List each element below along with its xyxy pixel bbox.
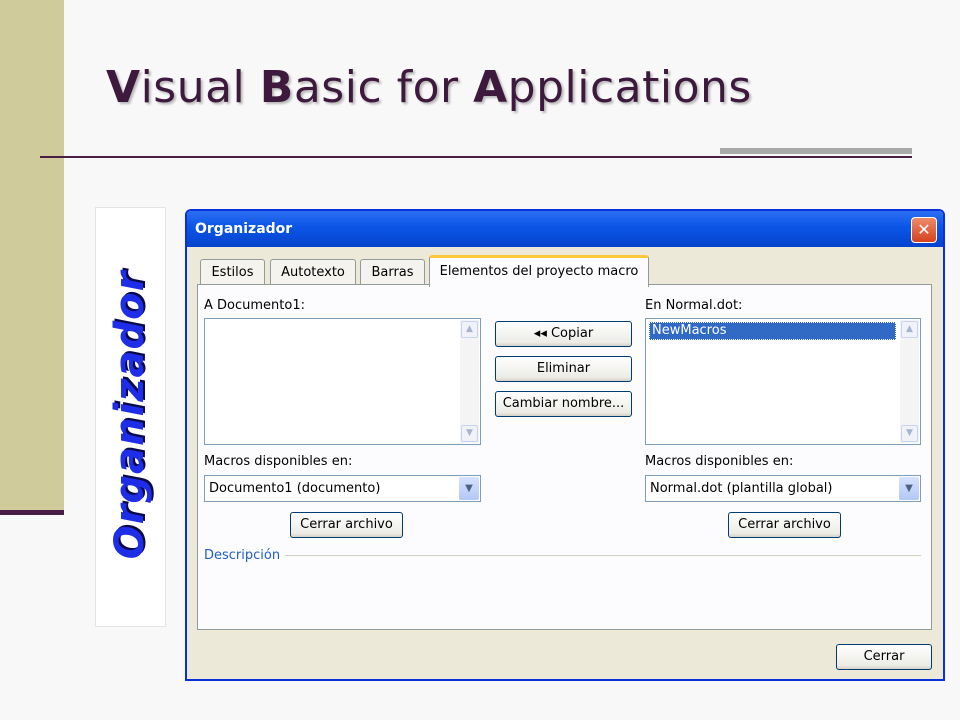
scroll-down-icon[interactable]: ▼ bbox=[461, 425, 478, 442]
tab-elementos-proyecto-macro[interactable]: Elementos del proyecto macro bbox=[429, 255, 649, 287]
tab-barras[interactable]: Barras bbox=[360, 259, 425, 286]
list-item[interactable]: NewMacros bbox=[649, 322, 896, 340]
tab-label: Estilos bbox=[211, 265, 254, 280]
right-available-label: Macros disponibles en: bbox=[645, 454, 794, 469]
title-initial-a: A bbox=[473, 62, 508, 113]
title-initial-b: B bbox=[259, 62, 294, 113]
title-rest-b: asic for bbox=[293, 62, 474, 113]
scroll-up-icon[interactable]: ▲ bbox=[901, 321, 918, 338]
slide-left-bar bbox=[0, 0, 64, 512]
chevron-down-icon[interactable]: ▼ bbox=[459, 477, 479, 500]
left-available-value: Documento1 (documento) bbox=[209, 481, 381, 496]
tab-autotexto[interactable]: Autotexto bbox=[270, 259, 356, 286]
tab-label: Elementos del proyecto macro bbox=[439, 264, 639, 279]
right-list-label: En Normal.dot: bbox=[645, 298, 743, 313]
title-underline-accent bbox=[720, 148, 912, 154]
title-underline bbox=[40, 156, 912, 158]
title-initial-v: V bbox=[106, 62, 141, 113]
rename-button[interactable]: Cambiar nombre... bbox=[495, 391, 632, 417]
right-available-select[interactable]: Normal.dot (plantilla global) ▼ bbox=[645, 475, 921, 502]
left-available-select[interactable]: Documento1 (documento) ▼ bbox=[204, 475, 481, 502]
chevron-down-icon[interactable]: ▼ bbox=[899, 477, 919, 500]
slide-left-rule bbox=[0, 510, 64, 515]
side-label: Organizador bbox=[107, 270, 153, 560]
right-available-value: Normal.dot (plantilla global) bbox=[650, 481, 833, 496]
tab-label: Autotexto bbox=[281, 265, 345, 280]
close-button[interactable]: Cerrar bbox=[836, 644, 932, 670]
title-rest-a: pplications bbox=[507, 62, 752, 113]
delete-button[interactable]: Eliminar bbox=[495, 356, 632, 382]
right-macro-list[interactable]: NewMacros ▲ ▼ bbox=[645, 318, 921, 445]
scroll-up-icon[interactable]: ▲ bbox=[461, 321, 478, 338]
left-list-label: A Documento1: bbox=[204, 298, 305, 313]
description-divider bbox=[285, 555, 921, 556]
copy-button[interactable]: ◂◂ Copiar bbox=[495, 321, 632, 347]
description-label: Descripción bbox=[204, 548, 281, 563]
left-available-label: Macros disponibles en: bbox=[204, 454, 353, 469]
right-close-file-button[interactable]: Cerrar archivo bbox=[728, 512, 841, 538]
tab-estilos[interactable]: Estilos bbox=[200, 259, 265, 286]
slide-title: Visual Basic for Applications bbox=[106, 62, 752, 113]
dialog-title: Organizador bbox=[195, 221, 293, 237]
tab-label: Barras bbox=[371, 265, 414, 280]
left-list-scrollbar[interactable]: ▲ ▼ bbox=[460, 320, 479, 443]
dialog-titlebar[interactable]: Organizador ✕ bbox=[187, 211, 943, 247]
right-list-scrollbar[interactable]: ▲ ▼ bbox=[900, 320, 919, 443]
close-icon[interactable]: ✕ bbox=[911, 217, 937, 243]
scroll-down-icon[interactable]: ▼ bbox=[901, 425, 918, 442]
left-macro-list[interactable]: ▲ ▼ bbox=[204, 318, 481, 445]
title-rest-v: isual bbox=[140, 62, 260, 113]
left-close-file-button[interactable]: Cerrar archivo bbox=[290, 512, 403, 538]
